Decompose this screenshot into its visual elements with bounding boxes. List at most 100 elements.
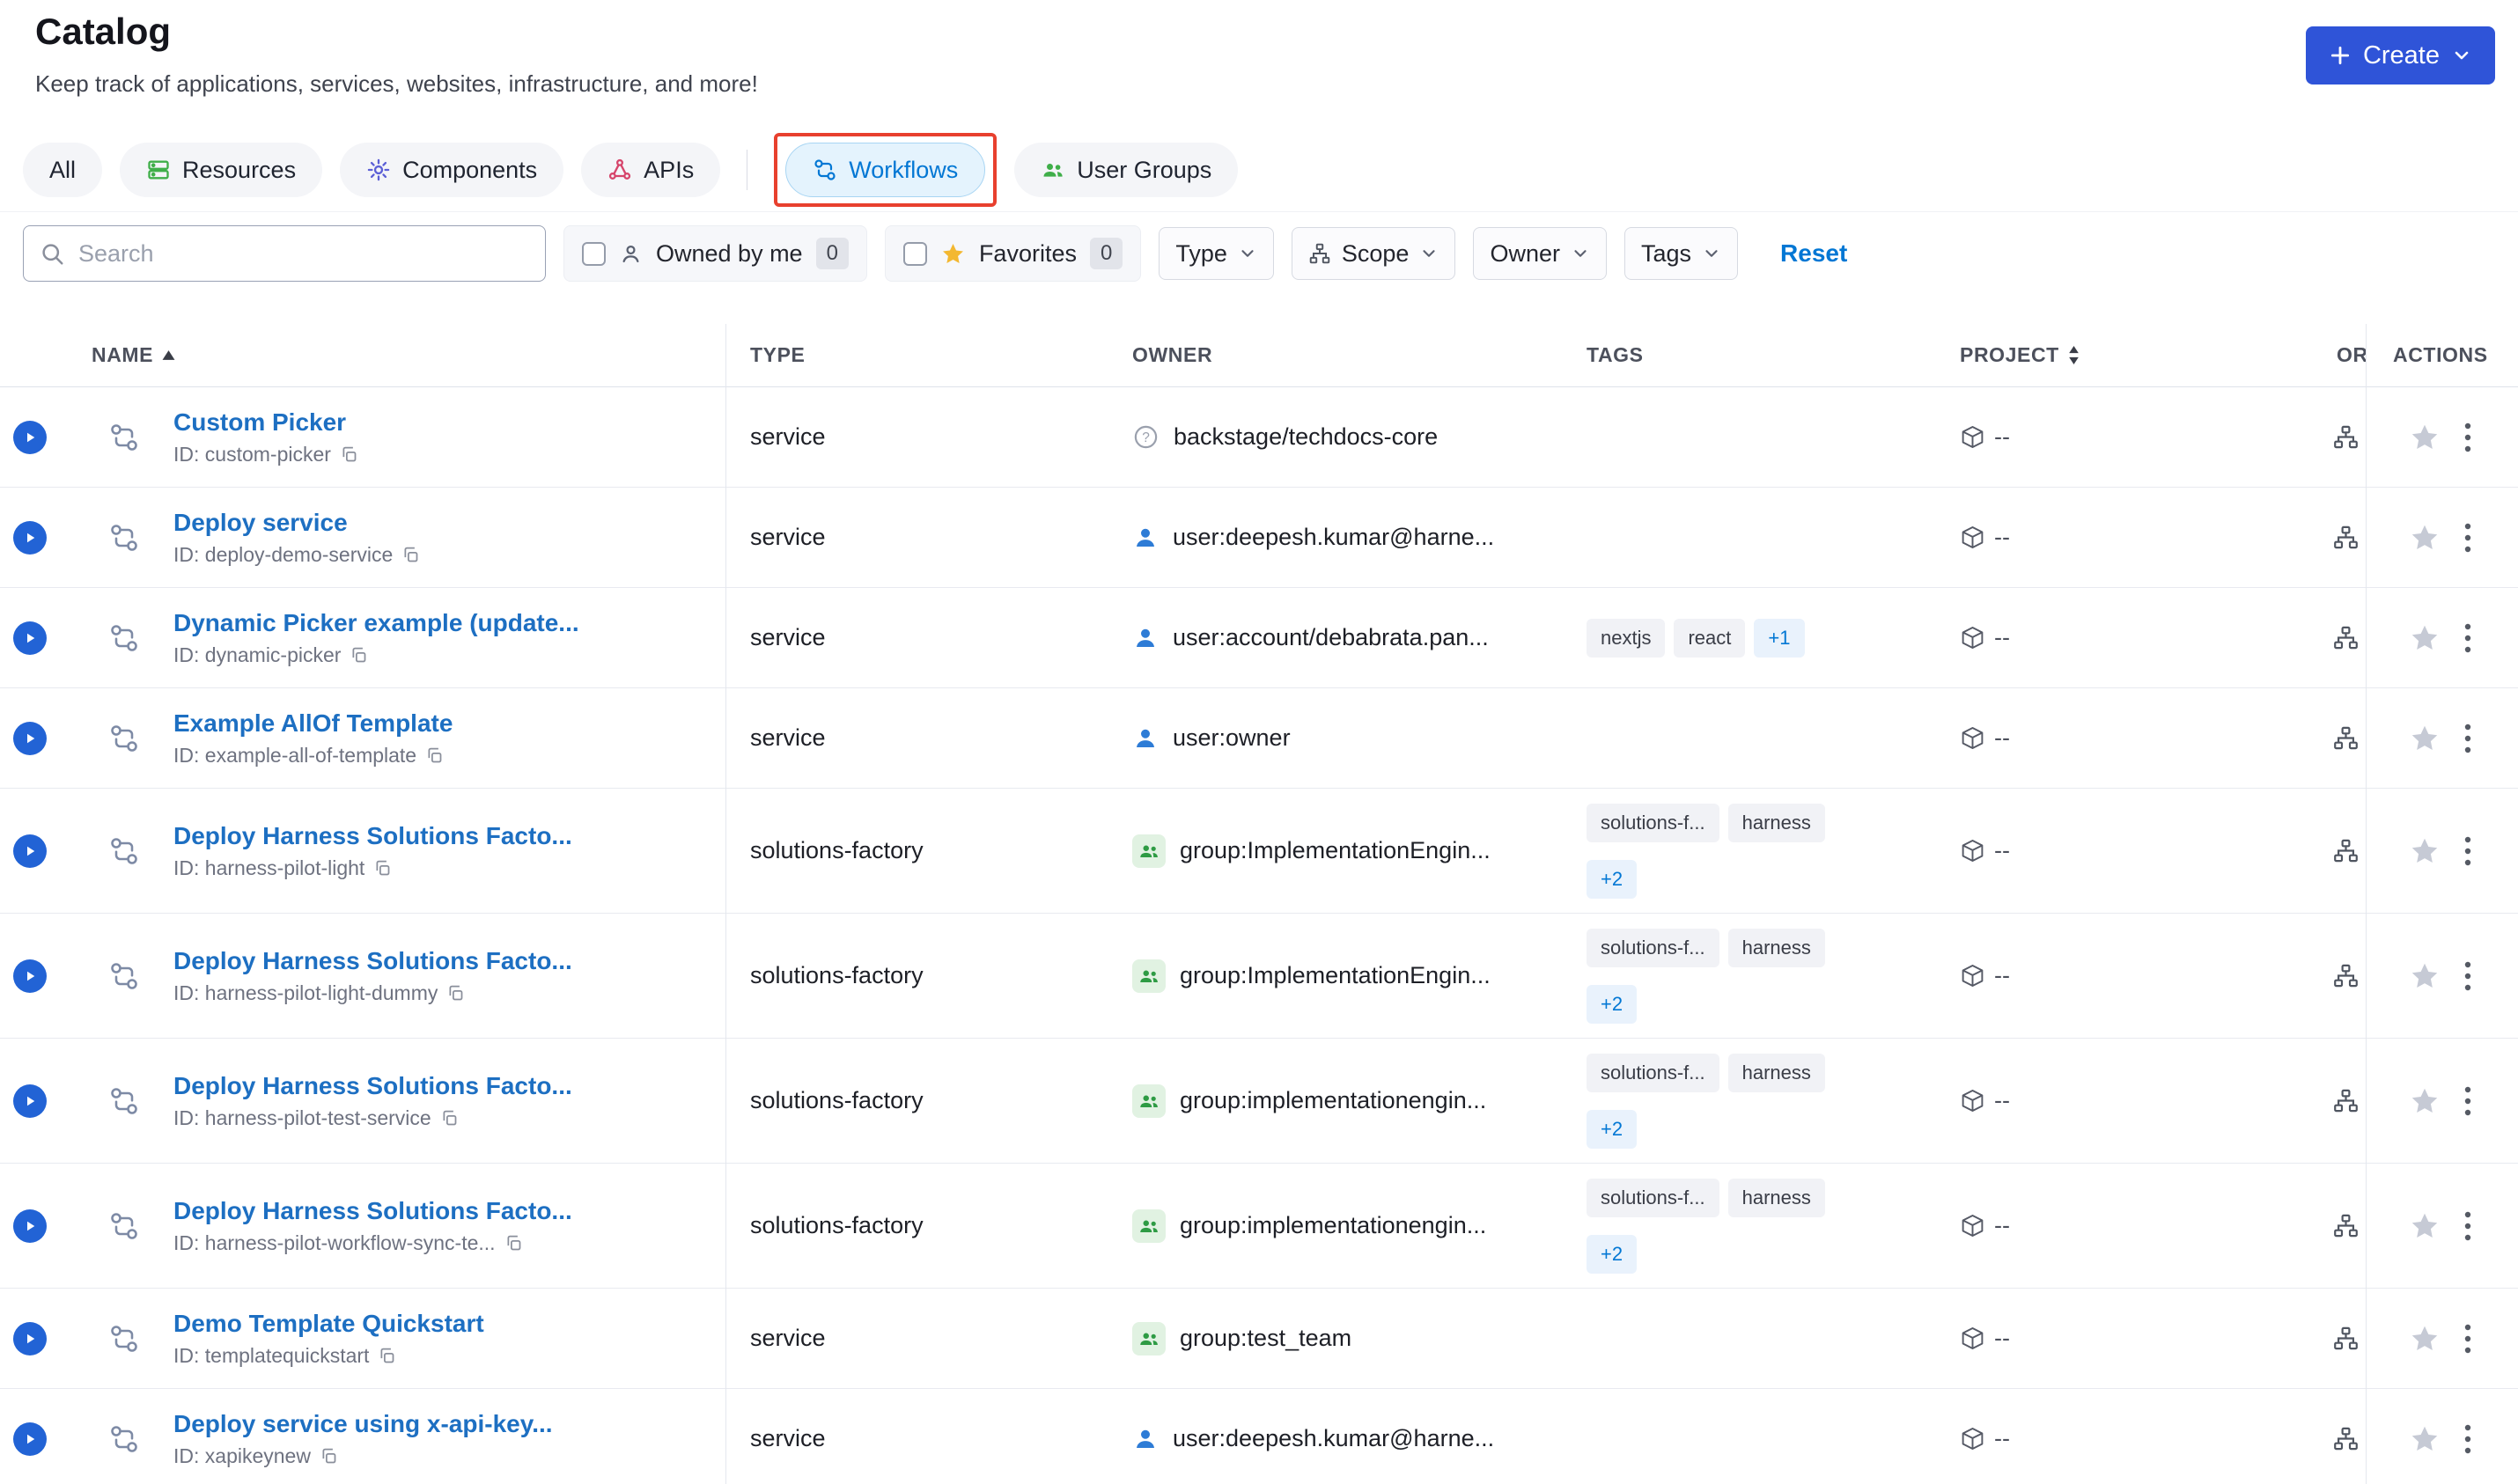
copy-icon[interactable] [373,859,392,878]
tags-dropdown[interactable]: Tags [1623,227,1739,280]
org-cell [2324,837,2366,864]
run-workflow-button[interactable] [13,420,47,454]
tag-more-chip[interactable]: +2 [1587,859,1638,899]
favorites-filter[interactable]: Favorites 0 [884,225,1142,282]
copy-icon[interactable] [425,746,444,765]
org-hierarchy-icon[interactable] [2332,1425,2360,1452]
favorite-star-icon[interactable] [2409,960,2441,992]
run-workflow-button[interactable] [13,1321,47,1355]
org-hierarchy-icon[interactable] [2332,423,2360,451]
tab-resources[interactable]: Resources [120,143,323,197]
copy-icon[interactable] [440,1109,459,1128]
org-hierarchy-icon[interactable] [2332,1212,2360,1239]
tab-workflows[interactable]: Workflows [785,143,986,197]
tag-chip[interactable]: harness [1727,1053,1825,1092]
reset-filters-link[interactable]: Reset [1780,239,1847,268]
org-hierarchy-icon[interactable] [2332,1087,2360,1114]
copy-icon[interactable] [350,646,368,665]
owner-dropdown[interactable]: Owner [1473,227,1607,280]
kebab-menu-icon[interactable] [2463,1085,2472,1117]
favorite-star-icon[interactable] [2409,835,2441,867]
owned-by-me-filter[interactable]: Owned by me 0 [563,225,867,282]
kebab-menu-icon[interactable] [2463,835,2472,867]
copy-icon[interactable] [320,1447,338,1466]
favorite-star-icon[interactable] [2409,1085,2441,1117]
kebab-menu-icon[interactable] [2463,522,2472,554]
tab-user-groups[interactable]: User Groups [1014,143,1239,197]
org-hierarchy-icon[interactable] [2332,724,2360,752]
tag-more-chip[interactable]: +2 [1587,1109,1638,1149]
kebab-menu-icon[interactable] [2463,1323,2472,1355]
workflow-name-link[interactable]: Deploy service using x-api-key... [173,1410,553,1438]
org-hierarchy-icon[interactable] [2332,962,2360,989]
tag-more-chip[interactable]: +2 [1587,984,1638,1024]
owned-by-me-checkbox[interactable] [582,241,606,266]
sort-icon[interactable] [2068,346,2080,364]
search-input[interactable] [23,225,546,282]
tag-more-chip[interactable]: +2 [1587,1234,1638,1274]
run-workflow-button[interactable] [13,520,47,555]
org-hierarchy-icon[interactable] [2332,837,2360,864]
type-dropdown-label: Type [1175,239,1227,267]
tag-chip[interactable]: solutions-f... [1587,1053,1719,1092]
workflow-name-link[interactable]: Deploy Harness Solutions Facto... [173,1072,572,1100]
workflow-name-link[interactable]: Dynamic Picker example (update... [173,609,579,637]
tag-chip[interactable]: solutions-f... [1587,1178,1719,1217]
kebab-menu-icon[interactable] [2463,1210,2472,1242]
tag-chip[interactable]: harness [1727,1178,1825,1217]
run-workflow-button[interactable] [13,621,47,655]
favorite-star-icon[interactable] [2409,1423,2441,1455]
kebab-menu-icon[interactable] [2463,960,2472,992]
workflow-name-link[interactable]: Example AllOf Template [173,709,453,738]
run-workflow-button[interactable] [13,1084,47,1118]
tag-chip[interactable]: harness [1727,803,1825,842]
create-button[interactable]: Create [2305,26,2495,84]
kebab-menu-icon[interactable] [2463,622,2472,654]
run-workflow-button[interactable] [13,959,47,993]
favorite-star-icon[interactable] [2409,622,2441,654]
copy-icon[interactable] [446,984,465,1003]
org-hierarchy-icon[interactable] [2332,624,2360,651]
tag-chip[interactable]: nextjs [1587,618,1666,658]
workflow-name-link[interactable]: Deploy Harness Solutions Facto... [173,1197,572,1225]
run-workflow-button[interactable] [13,1209,47,1243]
favorite-star-icon[interactable] [2409,1323,2441,1355]
favorites-checkbox[interactable] [902,241,927,266]
copy-icon[interactable] [401,546,420,564]
type-dropdown[interactable]: Type [1159,227,1274,280]
tag-chip[interactable]: react [1674,618,1746,658]
favorite-star-icon[interactable] [2409,422,2441,453]
copy-icon[interactable] [378,1347,396,1365]
tab-components[interactable]: Components [340,143,564,197]
favorite-star-icon[interactable] [2409,723,2441,754]
tab-apis[interactable]: APIs [581,143,721,197]
favorite-star-icon[interactable] [2409,1210,2441,1242]
tag-chip[interactable]: solutions-f... [1587,928,1719,967]
favorites-label: Favorites [978,239,1077,267]
workflow-name-link[interactable]: Deploy service [173,509,420,537]
workflow-name-link[interactable]: Custom Picker [173,408,358,437]
kebab-menu-icon[interactable] [2463,1423,2472,1455]
tab-all[interactable]: All [23,143,103,197]
copy-icon[interactable] [504,1234,523,1253]
tag-more-chip[interactable]: +1 [1754,618,1805,658]
favorite-star-icon[interactable] [2409,522,2441,554]
column-header-name[interactable]: NAME [0,343,725,367]
sort-ascending-icon[interactable] [162,349,175,361]
name-cell: Demo Template Quickstart ID: templatequi… [0,1310,725,1368]
column-header-project[interactable]: PROJECT [1946,343,2324,367]
run-workflow-button[interactable] [13,721,47,755]
run-workflow-button[interactable] [13,1422,47,1456]
scope-dropdown[interactable]: Scope [1291,227,1456,280]
workflow-name-link[interactable]: Deploy Harness Solutions Facto... [173,947,572,975]
org-hierarchy-icon[interactable] [2332,1325,2360,1352]
run-workflow-button[interactable] [13,834,47,868]
copy-icon[interactable] [340,445,358,464]
kebab-menu-icon[interactable] [2463,723,2472,754]
org-hierarchy-icon[interactable] [2332,524,2360,551]
tag-chip[interactable]: solutions-f... [1587,803,1719,842]
workflow-name-link[interactable]: Demo Template Quickstart [173,1310,484,1338]
workflow-name-link[interactable]: Deploy Harness Solutions Facto... [173,822,572,850]
kebab-menu-icon[interactable] [2463,422,2472,453]
tag-chip[interactable]: harness [1727,928,1825,967]
